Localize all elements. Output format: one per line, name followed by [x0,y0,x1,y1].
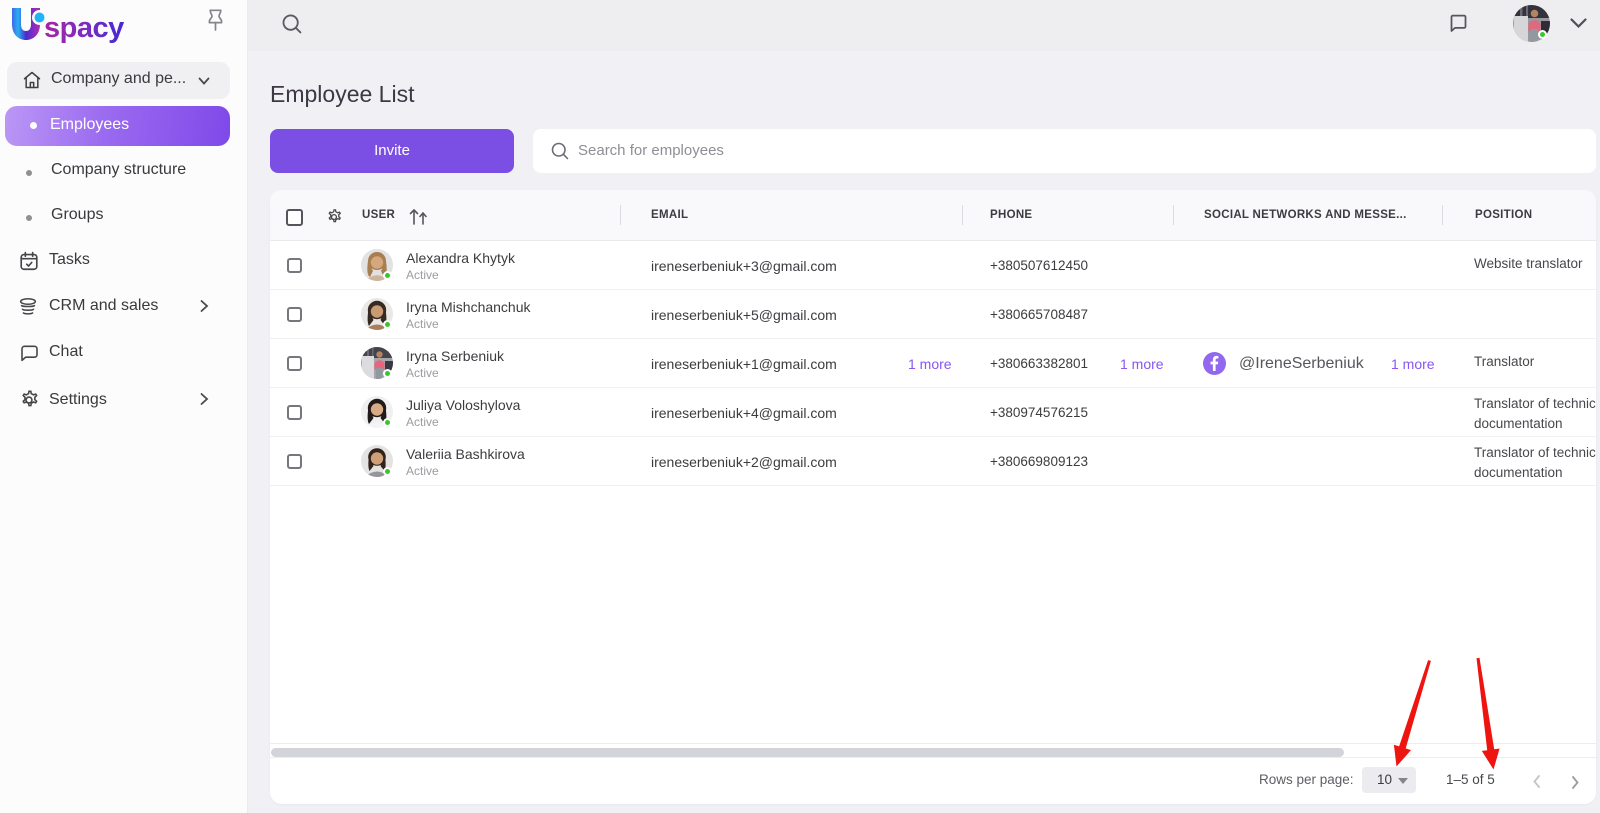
svg-text:spacy: spacy [44,12,124,44]
